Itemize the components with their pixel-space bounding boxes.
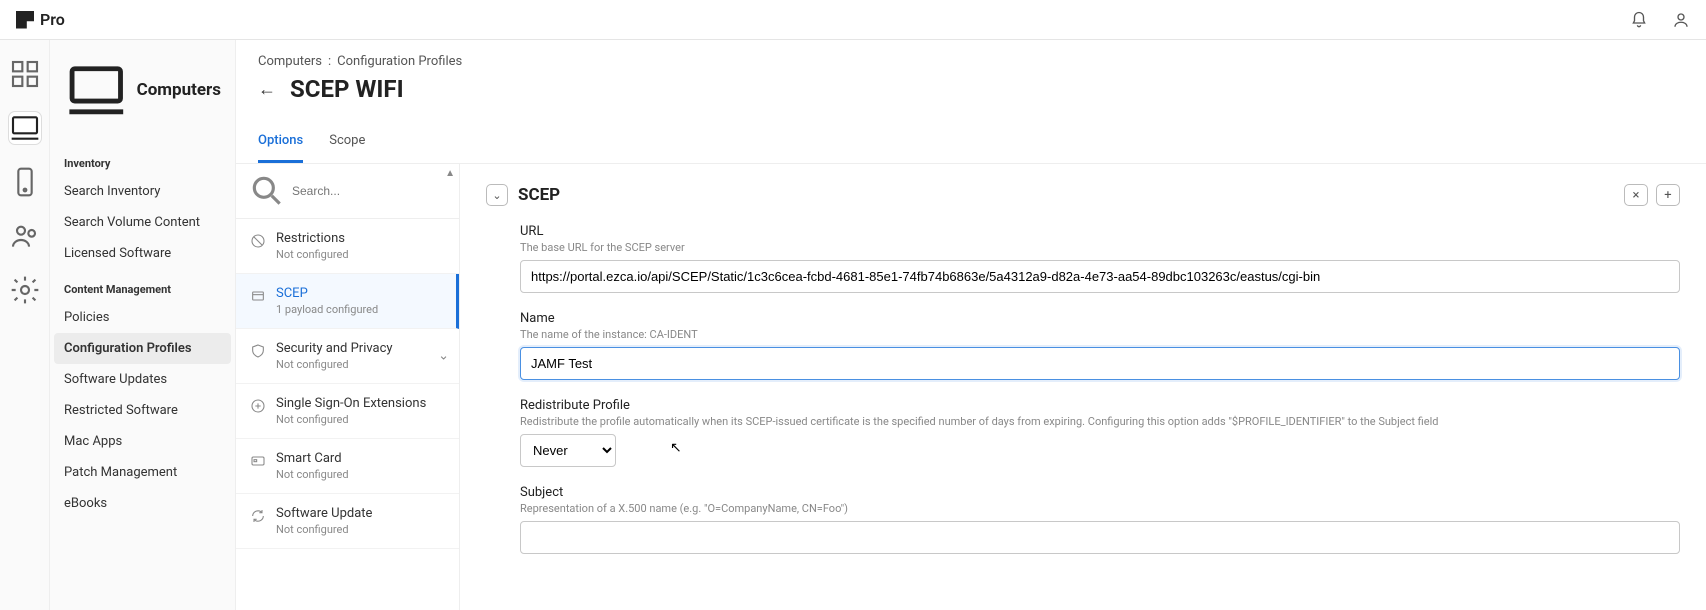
payload-sub: 1 payload configured [276,303,378,316]
payload-item-restrictions[interactable]: Restrictions Not configured [236,219,459,274]
field-subject: Subject Representation of a X.500 name (… [520,485,1680,554]
layout: Computers Inventory Search Inventory Sea… [0,40,1706,610]
tabs: Options Scope [258,123,1684,163]
sidebar-title-text: Computers [137,80,221,100]
content-row: ▲ Restrictions Not configured SCEP 1 pay… [236,164,1706,610]
field-help: Representation of a X.500 name (e.g. "O=… [520,502,1680,515]
sidebar-item-search-volume-content[interactable]: Search Volume Content [50,207,235,238]
update-icon [250,508,266,524]
payload-item-security-privacy[interactable]: Security and Privacy Not configured ⌄ [236,329,459,384]
rail-users-icon[interactable] [9,220,41,252]
topbar: Pro [0,0,1706,40]
sidebar-item-search-inventory[interactable]: Search Inventory [50,176,235,207]
payload-name: Smart Card [276,451,349,466]
sidebar-heading-content-management: Content Management [50,269,235,302]
field-label: URL [520,224,1680,239]
field-help: The name of the instance: CA-IDENT [520,328,1680,341]
scep-icon [250,288,266,304]
brand-text: Pro [40,10,65,29]
form-area: ⌄ SCEP × + URL The base URL for the SCEP… [460,164,1706,610]
shield-icon [250,343,266,359]
payload-item-scep[interactable]: SCEP 1 payload configured [236,274,459,329]
sidebar-item-licensed-software[interactable]: Licensed Software [50,238,235,269]
field-label: Redistribute Profile [520,398,1680,413]
panel-head-right: × + [1624,184,1680,206]
topbar-right [1630,11,1690,29]
field-help: Redistribute the profile automatically w… [520,415,1680,428]
add-payload-button[interactable]: + [1656,184,1680,206]
sidebar-item-mac-apps[interactable]: Mac Apps [50,426,235,457]
payload-sub: Not configured [276,248,349,261]
sidebar-item-restricted-software[interactable]: Restricted Software [50,395,235,426]
remove-payload-button[interactable]: × [1624,184,1648,206]
payload-sub: Not configured [276,523,372,536]
scroll-up-arrow-icon[interactable]: ▲ [445,168,455,179]
subject-input[interactable] [520,521,1680,554]
sidebar-item-configuration-profiles[interactable]: Configuration Profiles [54,333,231,364]
user-icon[interactable] [1672,11,1690,29]
field-help: The base URL for the SCEP server [520,241,1680,254]
sidebar-title: Computers [50,58,235,143]
payload-name: Restrictions [276,231,349,246]
payload-item-software-update[interactable]: Software Update Not configured [236,494,459,549]
laptop-icon [64,58,129,123]
breadcrumb-root[interactable]: Computers [258,54,322,69]
field-name: Name The name of the instance: CA-IDENT [520,311,1680,380]
chevron-down-icon: ⌄ [438,349,449,364]
search-icon [248,172,286,210]
back-arrow-icon[interactable]: ← [258,79,276,100]
sidebar-heading-inventory: Inventory [50,143,235,176]
payload-search[interactable] [236,164,459,219]
field-redistribute: Redistribute Profile Redistribute the pr… [520,398,1680,467]
tab-scope[interactable]: Scope [329,123,365,163]
payload-list: ▲ Restrictions Not configured SCEP 1 pay… [236,164,460,610]
breadcrumb-sep: : [328,54,331,69]
field-label: Name [520,311,1680,326]
redistribute-select[interactable]: Never [520,434,616,467]
panel-head: ⌄ SCEP × + [486,184,1680,206]
rail-computers-icon[interactable] [9,112,41,144]
sidebar-item-ebooks[interactable]: eBooks [50,488,235,519]
restrict-icon [250,233,266,249]
sidebar-item-software-updates[interactable]: Software Updates [50,364,235,395]
breadcrumb: Computers : Configuration Profiles [258,54,1684,69]
payload-sub: Not configured [276,413,426,426]
payload-search-input[interactable] [292,184,447,198]
page-title: SCEP WIFI [290,75,404,103]
sidebar: Computers Inventory Search Inventory Sea… [50,40,236,610]
panel-title: SCEP [518,185,560,205]
sso-icon [250,398,266,414]
tab-options[interactable]: Options [258,123,303,163]
payload-item-sso-extensions[interactable]: Single Sign-On Extensions Not configured [236,384,459,439]
payload-name: Security and Privacy [276,341,393,356]
title-row: ← SCEP WIFI [258,69,1684,117]
rail-dashboard-icon[interactable] [9,58,41,90]
payload-sub: Not configured [276,468,349,481]
icon-rail [0,40,50,610]
payload-name: Software Update [276,506,372,521]
payload-name: Single Sign-On Extensions [276,396,426,411]
main: Computers : Configuration Profiles ← SCE… [236,40,1706,610]
bell-icon[interactable] [1630,11,1648,29]
panel-head-left: ⌄ SCEP [486,184,560,206]
brand: Pro [16,10,65,29]
collapse-button[interactable]: ⌄ [486,184,508,206]
sidebar-item-policies[interactable]: Policies [50,302,235,333]
card-icon [250,453,266,469]
name-input[interactable] [520,347,1680,380]
breadcrumb-current[interactable]: Configuration Profiles [337,54,462,69]
payload-item-smart-card[interactable]: Smart Card Not configured [236,439,459,494]
url-input[interactable] [520,260,1680,293]
brand-logo-icon [16,11,34,29]
payload-name: SCEP [276,286,378,301]
field-label: Subject [520,485,1680,500]
rail-devices-icon[interactable] [9,166,41,198]
rail-settings-icon[interactable] [9,274,41,306]
payload-sub: Not configured [276,358,393,371]
field-url: URL The base URL for the SCEP server [520,224,1680,293]
sidebar-item-patch-management[interactable]: Patch Management [50,457,235,488]
header-region: Computers : Configuration Profiles ← SCE… [236,40,1706,164]
